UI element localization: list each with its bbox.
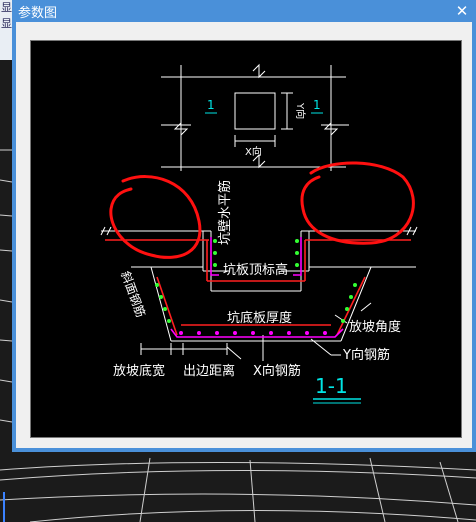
slope-angle-label: 放坡角度 — [349, 319, 401, 335]
y-rebar-label: Y向钢筋 — [342, 347, 390, 363]
bottom-thickness-label: 坑底板厚度 — [227, 310, 292, 326]
x-direction-label: X向 — [245, 145, 262, 158]
parameter-diagram-window: 参数图 ✕ 1 1 Y向 X向 坑壁水平筋 坑板顶标高 坑底板厚度 放坡角度 Y… — [12, 0, 476, 452]
fragment-text: 显 — [1, 1, 12, 14]
pit-section-diagram: 1 1 Y向 X向 坑壁水平筋 坑板顶标高 坑底板厚度 放坡角度 Y向钢筋 X向… — [31, 41, 461, 437]
wall-horizontal-rebar-label: 坑壁水平筋 — [217, 180, 233, 245]
background-window-fragment: 显 显 — [0, 0, 12, 60]
section-marker-right: 1 — [313, 98, 321, 112]
section-marker-left: 1 — [207, 98, 215, 112]
slope-base-width-label: 放坡底宽 — [113, 363, 165, 379]
edge-distance-label: 出边距离 — [183, 363, 235, 379]
pit-top-elevation-label: 坑板顶标高 — [223, 262, 288, 278]
window-client-area: 1 1 Y向 X向 坑壁水平筋 坑板顶标高 坑底板厚度 放坡角度 Y向钢筋 X向… — [16, 22, 472, 448]
x-rebar-label: X向钢筋 — [253, 363, 301, 379]
fragment-text: 显 — [1, 17, 12, 30]
close-button[interactable]: ✕ — [448, 0, 476, 22]
diagram-canvas: 1 1 Y向 X向 坑壁水平筋 坑板顶标高 坑底板厚度 放坡角度 Y向钢筋 X向… — [30, 40, 462, 438]
section-title: 1-1 — [315, 374, 348, 398]
window-titlebar[interactable]: 参数图 ✕ — [12, 0, 476, 22]
window-title: 参数图 — [18, 6, 58, 21]
y-direction-label: Y向 — [294, 102, 307, 119]
